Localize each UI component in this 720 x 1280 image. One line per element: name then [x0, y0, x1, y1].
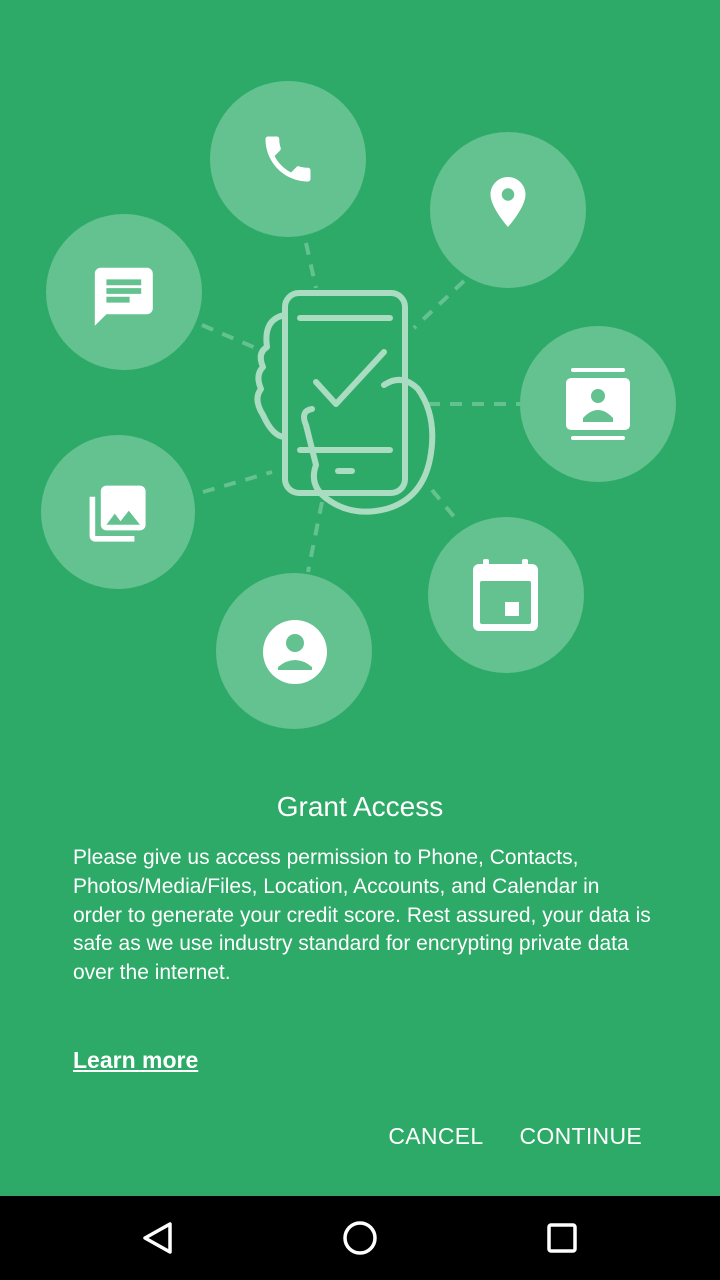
cancel-button[interactable]: CANCEL	[388, 1116, 483, 1156]
location-permission	[430, 132, 586, 288]
sms-permission	[46, 214, 202, 370]
back-icon[interactable]	[128, 1208, 188, 1268]
recents-icon[interactable]	[532, 1208, 592, 1268]
calendar-icon	[473, 559, 538, 631]
dialog-title: Grant Access	[276, 791, 444, 822]
permission-screen: Grant Access Please give us access permi…	[0, 0, 720, 1196]
calendar-permission	[428, 517, 584, 673]
phone-permission	[210, 81, 366, 237]
dialog-actions: CANCEL CONTINUE	[388, 1116, 642, 1156]
permissions-illustration	[41, 81, 676, 729]
system-navigation-bar	[0, 1196, 720, 1280]
dialog-message: Please give us access permission to Phon…	[73, 846, 651, 985]
home-icon[interactable]	[330, 1208, 390, 1268]
contacts-permission	[216, 573, 372, 729]
photos-permission	[41, 435, 195, 589]
account-card-icon	[566, 368, 630, 440]
continue-button[interactable]: CONTINUE	[519, 1116, 642, 1156]
person-icon	[263, 620, 327, 684]
learn-more-link[interactable]: Learn more	[73, 1044, 198, 1076]
hand-phone-check-icon	[254, 290, 436, 515]
accounts-permission	[520, 326, 676, 482]
